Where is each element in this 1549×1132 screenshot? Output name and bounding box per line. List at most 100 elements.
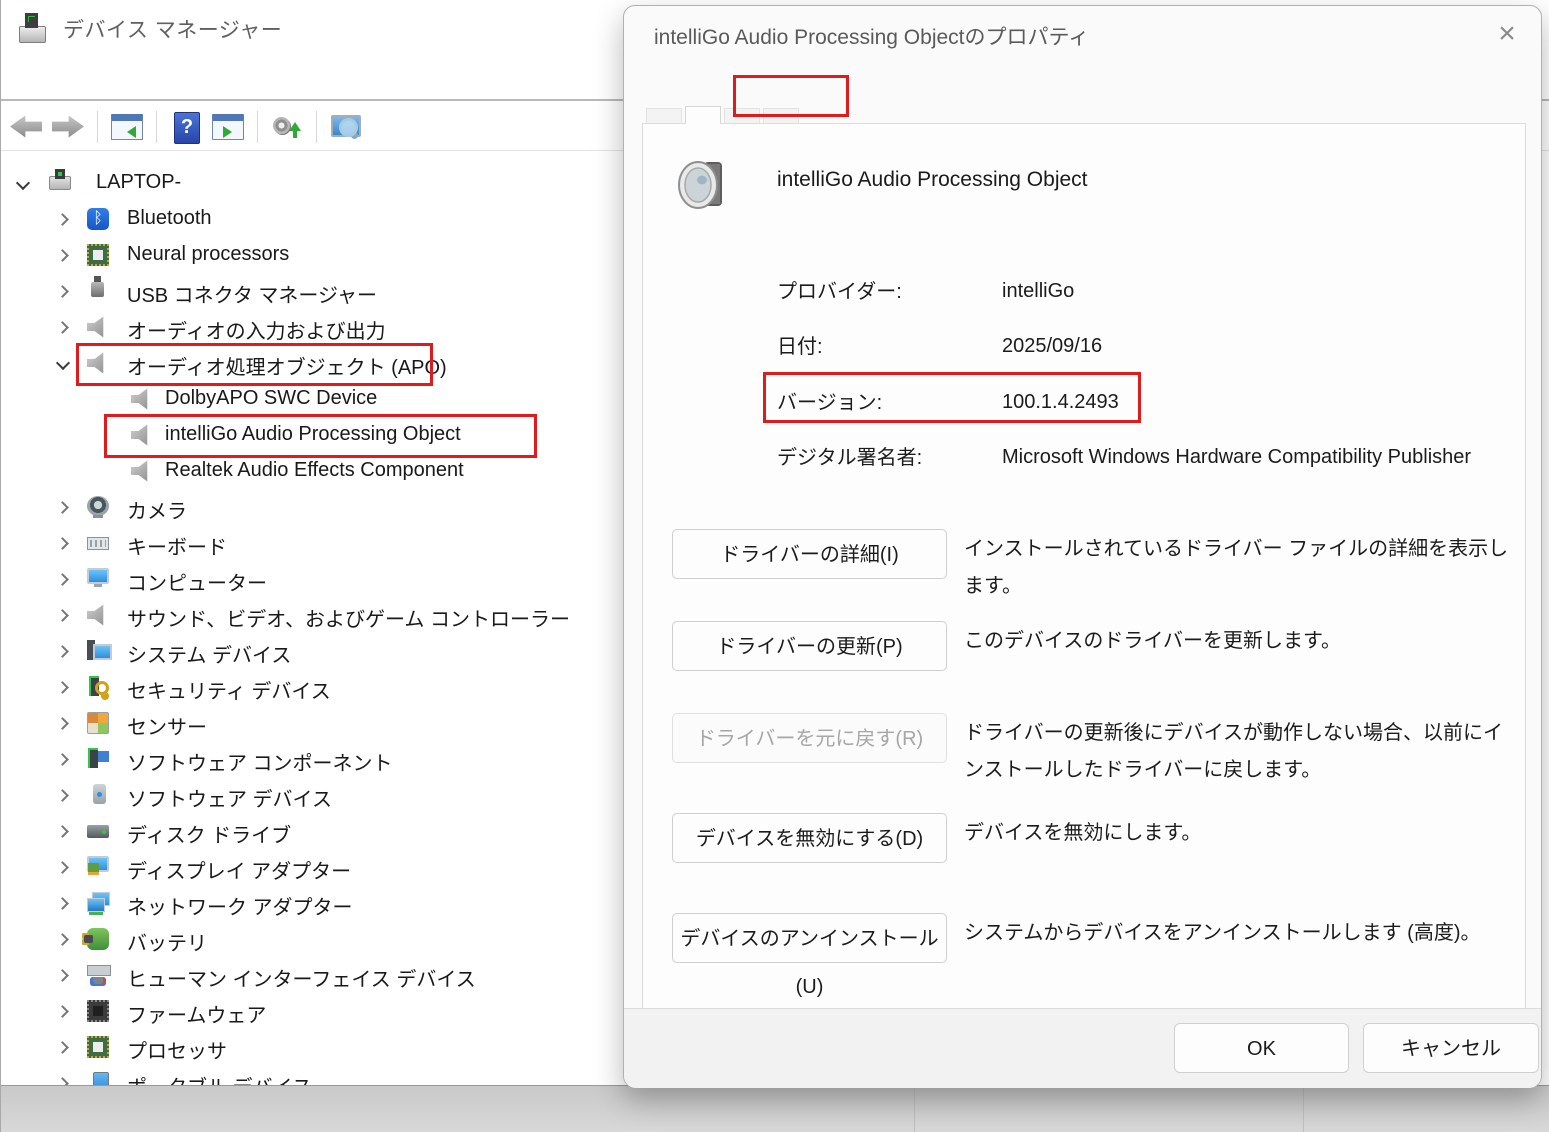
hid-icon	[87, 964, 109, 986]
driver-action-button[interactable]: ドライバーの詳細(I)	[672, 529, 947, 579]
tree-item[interactable]: LAPTOP-	[1, 166, 641, 202]
tree-item-label: サウンド、ビデオ、およびゲーム コントローラー	[127, 603, 570, 632]
chevron-icon[interactable]	[57, 286, 69, 298]
dialog-tab[interactable]	[646, 108, 682, 124]
chevron-icon[interactable]	[57, 970, 69, 982]
tree-item[interactable]: サウンド、ビデオ、およびゲーム コントローラー	[1, 598, 641, 634]
dialog-tab[interactable]	[724, 108, 760, 124]
driver-action-button[interactable]: ドライバーの更新(P)	[672, 621, 947, 671]
tree-item[interactable]: オーディオの入力および出力	[1, 310, 641, 346]
divider	[914, 1086, 915, 1132]
driver-action-button[interactable]: ドライバーを元に戻す(R)	[672, 713, 947, 763]
tree-item[interactable]: センサー	[1, 706, 641, 742]
speaker-icon	[87, 604, 109, 626]
speaker-icon	[131, 424, 153, 446]
driver-action-button[interactable]: デバイスを無効にする(D)	[672, 813, 947, 863]
update-driver-icon[interactable]	[268, 109, 306, 145]
tree-item[interactable]: セキュリティ デバイス	[1, 670, 641, 706]
chevron-icon[interactable]	[57, 646, 69, 658]
tab-strip	[646, 80, 802, 124]
tree-item-label: セキュリティ デバイス	[127, 675, 331, 704]
driver-action-row: デバイスを無効にする(D) デバイスを無効にします。	[672, 813, 1522, 873]
chevron-icon[interactable]	[1, 466, 13, 478]
driver-action-description: このデバイスのドライバーを更新します。	[964, 623, 1512, 660]
tree-item[interactable]: システム デバイス	[1, 634, 641, 670]
chevron-icon[interactable]	[57, 934, 69, 946]
tree-item[interactable]: ヒューマン インターフェイス デバイス	[1, 958, 641, 994]
divider	[1303, 1086, 1304, 1132]
back-arrow-icon[interactable]	[7, 109, 45, 145]
ok-button[interactable]: OK	[1174, 1023, 1349, 1073]
menu-item[interactable]	[195, 74, 199, 82]
show-action-pane-icon[interactable]	[209, 109, 247, 145]
scan-hardware-icon[interactable]	[327, 109, 365, 145]
tree-item[interactable]: ソフトウェア デバイス	[1, 778, 641, 814]
background-strip	[1, 1085, 1549, 1132]
tree-item-label: プロセッサ	[127, 1035, 227, 1064]
chevron-icon[interactable]	[57, 214, 69, 226]
tree-item[interactable]: Bluetooth	[1, 202, 641, 238]
tree-item[interactable]: ディスプレイ アダプター	[1, 850, 641, 886]
tree-item-label: ディスク ドライブ	[127, 819, 291, 848]
chevron-icon[interactable]	[57, 790, 69, 802]
menu-item[interactable]	[19, 74, 23, 82]
tree-item-label: システム デバイス	[127, 639, 291, 668]
property-value: intelliGo	[1002, 275, 1472, 308]
dialog-tab[interactable]	[763, 108, 799, 124]
chevron-icon[interactable]	[57, 1006, 69, 1018]
forward-arrow-icon[interactable]	[49, 109, 87, 145]
cancel-button[interactable]: キャンセル	[1363, 1023, 1539, 1073]
chevron-icon[interactable]	[57, 862, 69, 874]
menu-item[interactable]	[75, 74, 79, 82]
tree-item[interactable]: ファームウェア	[1, 994, 641, 1030]
chip-green-icon	[87, 244, 109, 266]
tree-item[interactable]: ポータブル デバイス	[1, 1066, 641, 1085]
driver-action-button[interactable]: デバイスのアンインストール(U)	[672, 913, 947, 963]
tree-item[interactable]: ソフトウェア コンポーネント	[1, 742, 641, 778]
chevron-icon[interactable]	[57, 1042, 69, 1054]
tree-item[interactable]: バッテリ	[1, 922, 641, 958]
tree-item[interactable]: ネットワーク アダプター	[1, 886, 641, 922]
help-icon[interactable]	[167, 109, 205, 145]
tree-item[interactable]: Realtek Audio Effects Component	[1, 454, 641, 490]
separator-icon	[316, 111, 317, 143]
tree-item-label: Realtek Audio Effects Component	[165, 459, 464, 482]
chevron-icon[interactable]	[57, 538, 69, 550]
tree-item[interactable]: Neural processors	[1, 238, 641, 274]
dialog-tab[interactable]	[685, 106, 721, 124]
chevron-icon[interactable]	[57, 610, 69, 622]
chevron-icon[interactable]	[1, 430, 13, 442]
chevron-icon[interactable]	[57, 1078, 69, 1085]
close-icon[interactable]: ×	[1487, 14, 1527, 54]
tree-item[interactable]: キーボード	[1, 526, 641, 562]
show-console-tree-icon[interactable]	[108, 109, 146, 145]
device-header: intelliGo Audio Processing Object	[624, 146, 1541, 226]
tree-item-label: ソフトウェア コンポーネント	[127, 747, 393, 776]
chevron-icon[interactable]	[57, 718, 69, 730]
tree-item[interactable]: コンピューター	[1, 562, 641, 598]
chevron-icon[interactable]	[57, 826, 69, 838]
tree-item[interactable]: カメラ	[1, 490, 641, 526]
tree-item[interactable]: ディスク ドライブ	[1, 814, 641, 850]
firmware-icon	[87, 1000, 109, 1022]
property-value: 100.1.4.2493	[1002, 386, 1472, 419]
tree-item-label: ファームウェア	[127, 999, 266, 1028]
tree-item[interactable]: intelliGo Audio Processing Object	[1, 418, 641, 454]
tree-item[interactable]: DolbyAPO SWC Device	[1, 382, 641, 418]
menu-item[interactable]	[134, 74, 138, 82]
chevron-icon[interactable]	[57, 898, 69, 910]
network-adapter-icon	[87, 892, 109, 914]
tree-item[interactable]: オーディオ処理オブジェクト (APO)	[1, 346, 641, 382]
chevron-icon[interactable]	[17, 178, 29, 190]
chevron-icon[interactable]	[57, 502, 69, 514]
chevron-icon[interactable]	[57, 574, 69, 586]
chevron-icon[interactable]	[57, 682, 69, 694]
chevron-icon[interactable]	[57, 358, 69, 370]
tree-item[interactable]: USB コネクタ マネージャー	[1, 274, 641, 310]
chevron-icon[interactable]	[57, 322, 69, 334]
chevron-icon[interactable]	[57, 250, 69, 262]
chevron-icon[interactable]	[1, 394, 13, 406]
tree-item[interactable]: プロセッサ	[1, 1030, 641, 1066]
tree-item-label: オーディオ処理オブジェクト (APO)	[127, 351, 447, 380]
chevron-icon[interactable]	[57, 754, 69, 766]
